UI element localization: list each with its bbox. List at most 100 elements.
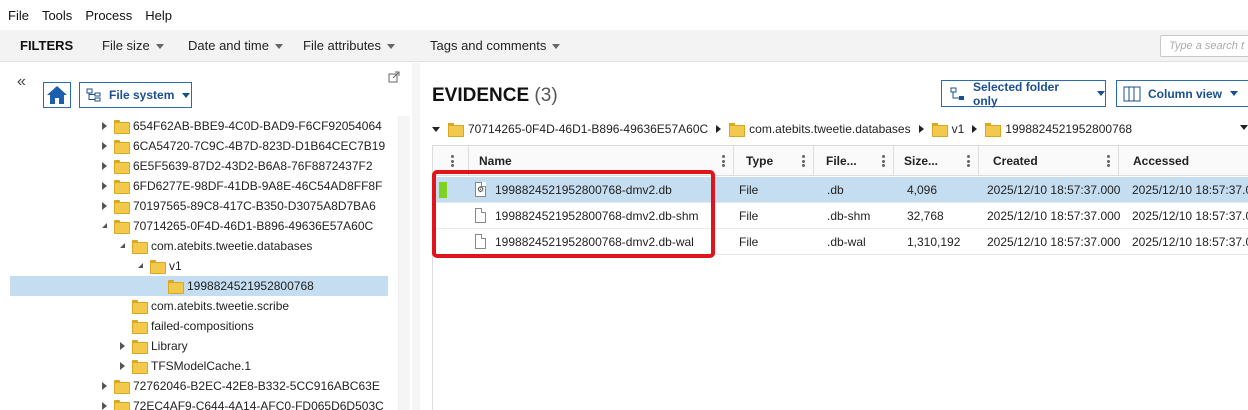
tree-item[interactable]: 72EC4AF9-C644-4A14-AFC0-FD065D6D503C — [10, 396, 388, 410]
home-icon — [47, 86, 67, 104]
selected-folder-dropdown[interactable]: Selected folder only — [941, 80, 1106, 108]
tree-item[interactable]: 70197565-89C8-417C-B350-D3075A8D7BA6 — [10, 196, 388, 216]
cell-created: 2025/12/10 18:57:37.000 — [987, 209, 1121, 223]
evidence-title: EVIDENCE (3) — [432, 85, 558, 106]
chevron-down-icon — [182, 92, 191, 98]
cell-size: 4,096 — [907, 183, 938, 197]
tree-item[interactable]: 654F62AB-BBE9-4C0D-BAD9-F6CF92054064 — [10, 116, 388, 136]
columns-icon — [1123, 86, 1141, 101]
breadcrumb-item[interactable]: 70714265-0F4D-46D1-B896-49636E57A60C — [448, 122, 708, 137]
tree-item[interactable]: com.atebits.tweetie.databases — [10, 236, 388, 256]
tree-item-label: com.atebits.tweetie.databases — [151, 239, 313, 253]
filter-file-attributes[interactable]: File attributes — [303, 38, 396, 53]
breadcrumb-item[interactable]: com.atebits.tweetie.databases — [729, 122, 911, 137]
tree-item[interactable]: 6CA54720-7C9C-4B7D-823D-D1B64CEC7B19 — [10, 136, 388, 156]
tree-item-label: 1998824521952800768 — [187, 279, 314, 293]
cell-ext: .db — [827, 183, 844, 197]
expand-arrow-icon[interactable] — [120, 362, 125, 370]
expand-arrow-icon[interactable] — [102, 162, 107, 170]
filter-file-size[interactable]: File size — [102, 38, 164, 53]
chevron-down-icon — [274, 44, 283, 50]
expand-arrow-icon[interactable] — [102, 142, 107, 150]
tree-item[interactable]: 6E5F5639-87D2-43D2-B6A8-76F8872437F2 — [10, 156, 388, 176]
column-header-type[interactable]: Type — [734, 146, 814, 176]
kebab-icon — [1107, 155, 1110, 167]
collapse-arrow-icon[interactable] — [120, 243, 125, 248]
search-input[interactable]: Type a search t — [1160, 35, 1248, 57]
tree-item[interactable]: 6FD6277E-98DF-41DB-9A8E-46C54AD8FF8F — [10, 176, 388, 196]
cell-type: File — [739, 235, 759, 249]
tree-item[interactable]: v1 — [10, 256, 388, 276]
expand-arrow-icon[interactable] — [102, 382, 107, 390]
chevron-right-icon — [716, 125, 722, 133]
column-header-size[interactable]: Size... — [894, 146, 979, 176]
filter-tags-comments[interactable]: Tags and comments — [430, 38, 561, 53]
tree-item[interactable]: Library — [10, 336, 388, 356]
folder-icon — [114, 180, 130, 194]
collapse-panel-icon[interactable]: « — [17, 73, 26, 91]
collapse-arrow-icon[interactable] — [138, 263, 143, 268]
expand-arrow-icon[interactable] — [102, 202, 107, 210]
column-header-created[interactable]: Created — [979, 146, 1119, 176]
cell-accessed: 2025/12/10 18:57:37.000 — [1132, 183, 1248, 197]
filters-title: FILTERS — [20, 38, 74, 53]
folder-icon — [114, 120, 130, 134]
file-system-dropdown[interactable]: File system — [79, 82, 192, 108]
folder-icon — [114, 380, 130, 394]
folder-icon — [132, 240, 148, 254]
column-header-accessed[interactable]: Accessed — [1119, 146, 1248, 176]
tree-item[interactable]: 72762046-B2EC-42E8-B332-5CC916ABC63E — [10, 376, 388, 396]
tree-item[interactable]: TFSModelCache.1 — [10, 356, 388, 376]
tree-scrollbar[interactable] — [398, 116, 410, 410]
kebab-icon — [967, 155, 970, 167]
folder-icon — [114, 400, 130, 410]
breadcrumb-dropdown-icon[interactable] — [432, 126, 440, 132]
tree-item[interactable]: 1998824521952800768 — [10, 276, 388, 296]
expand-arrow-icon[interactable] — [102, 122, 107, 130]
expand-arrow-icon[interactable] — [102, 182, 107, 190]
breadcrumb-item[interactable]: v1 — [931, 122, 964, 137]
chevron-down-icon — [155, 44, 164, 50]
menu-file[interactable]: File — [8, 8, 29, 23]
column-view-dropdown[interactable]: Column view — [1116, 80, 1248, 107]
tree-icon — [86, 88, 101, 102]
tree-item-label: TFSModelCache.1 — [151, 359, 252, 373]
evidence-count: (3) — [534, 85, 558, 106]
pane-splitter[interactable] — [412, 63, 420, 410]
home-button[interactable] — [43, 82, 71, 108]
menu-help[interactable]: Help — [145, 8, 172, 23]
kebab-icon — [802, 155, 805, 167]
chevron-down-icon — [1230, 91, 1239, 96]
folder-icon — [132, 320, 148, 334]
breadcrumb-item[interactable]: 1998824521952800768 — [985, 122, 1132, 137]
tree-item-label: 6E5F5639-87D2-43D2-B6A8-76F8872437F2 — [133, 159, 373, 173]
cell-ext: .db-wal — [827, 235, 866, 249]
menu-process[interactable]: Process — [85, 8, 132, 23]
collapse-arrow-icon[interactable] — [102, 223, 107, 228]
tree-item-label: 70197565-89C8-417C-B350-D3075A8D7BA6 — [133, 199, 376, 213]
menu-bar: File Tools Process Help — [0, 0, 1248, 30]
tree-item-label: 72EC4AF9-C644-4A14-AFC0-FD065D6D503C — [133, 399, 384, 410]
breadcrumb-history-icon[interactable] — [1240, 125, 1248, 130]
expand-arrow-icon[interactable] — [102, 402, 107, 410]
tree-item-label: failed-compositions — [151, 319, 254, 333]
tree-item[interactable]: com.atebits.tweetie.scribe — [10, 296, 388, 316]
expand-arrow-icon[interactable] — [120, 342, 125, 350]
folder-icon — [729, 123, 746, 137]
folder-icon — [114, 140, 130, 154]
chevron-down-icon — [387, 44, 396, 50]
cell-size: 32,768 — [907, 209, 944, 223]
folder-icon — [448, 123, 464, 137]
folder-icon — [150, 260, 166, 274]
highlight-box — [432, 170, 715, 258]
menu-tools[interactable]: Tools — [42, 8, 72, 23]
column-header-file-extension[interactable]: File... — [814, 146, 894, 176]
tree-item-label: 70714265-0F4D-46D1-B896-49636E57A60C — [133, 219, 374, 233]
tree-item-label: 6FD6277E-98DF-41DB-9A8E-46C54AD8FF8F — [133, 179, 383, 193]
tree-item[interactable]: 70714265-0F4D-46D1-B896-49636E57A60C — [10, 216, 388, 236]
cell-accessed: 2025/12/10 18:57:37.000 — [1132, 235, 1248, 249]
filter-date-time[interactable]: Date and time — [188, 38, 283, 53]
tree-item[interactable]: failed-compositions — [10, 316, 388, 336]
pop-out-icon[interactable] — [388, 71, 400, 83]
folder-tree: 654F62AB-BBE9-4C0D-BAD9-F6CF92054064 6CA5… — [10, 116, 388, 410]
